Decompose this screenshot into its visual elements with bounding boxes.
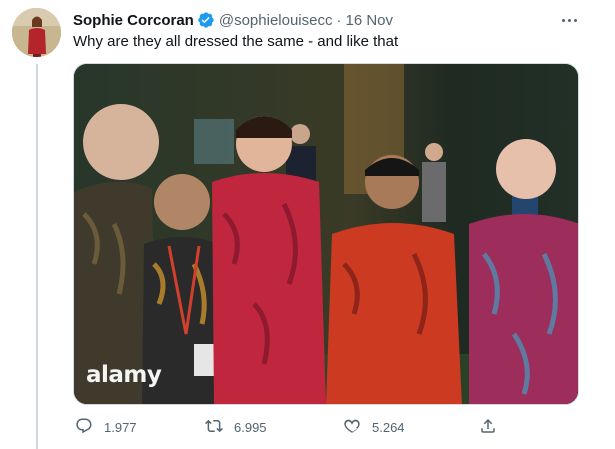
tweet-header: Sophie Corcoran @sophielouisecc · 16 Nov (73, 10, 393, 30)
reply-count: 1.977 (104, 419, 137, 435)
tweet[interactable]: Sophie Corcoran @sophielouisecc · 16 Nov… (0, 0, 615, 449)
verified-badge-icon (197, 11, 215, 29)
heart-icon (343, 417, 361, 438)
reply-icon (75, 417, 93, 438)
retweet-button[interactable]: 6.995 (205, 414, 267, 440)
like-count: 5.264 (372, 419, 405, 435)
retweet-icon (205, 417, 223, 438)
author-handle[interactable]: @sophielouisecc (219, 12, 333, 29)
separator-dot: · (336, 11, 342, 29)
thread-line (36, 64, 38, 449)
tweet-photo[interactable]: alamy (73, 63, 579, 405)
author-name[interactable]: Sophie Corcoran (73, 12, 194, 29)
photo-watermark: alamy (86, 362, 162, 388)
share-button[interactable] (479, 414, 497, 440)
avatar[interactable] (12, 8, 61, 57)
share-icon (479, 417, 497, 438)
tweet-actions: 1.977 6.995 5.264 (73, 414, 579, 440)
tweet-text: Why are they all dressed the same - and … (73, 33, 399, 50)
tweet-date[interactable]: 16 Nov (345, 12, 393, 29)
like-button[interactable]: 5.264 (343, 414, 405, 440)
retweet-count: 6.995 (234, 419, 267, 435)
more-options-icon[interactable] (558, 10, 580, 30)
reply-button[interactable]: 1.977 (75, 414, 137, 440)
